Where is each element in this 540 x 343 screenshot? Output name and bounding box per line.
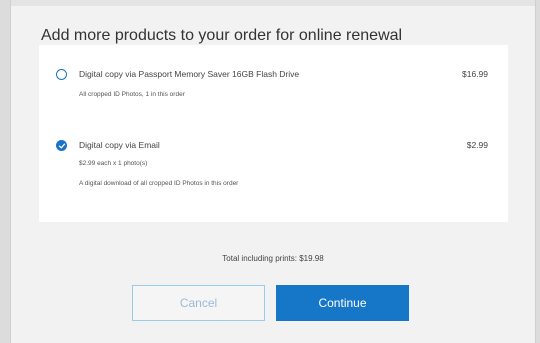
option-detail: All cropped ID Photos, 1 in this order (79, 91, 185, 98)
dialog-top-bar (11, 0, 535, 6)
order-dialog: Add more products to your order for onli… (10, 0, 536, 343)
option-label: Digital copy via Passport Memory Saver 1… (79, 69, 300, 79)
option-detail: A digital download of all cropped ID Pho… (79, 180, 239, 187)
option-price: $2.99 (466, 140, 488, 150)
radio-unselected-icon[interactable] (56, 69, 67, 80)
option-price: $16.99 (462, 69, 488, 79)
option-detail: $2.99 each x 1 photo(s) (79, 160, 148, 167)
cancel-button[interactable]: Cancel (132, 285, 265, 321)
continue-button[interactable]: Continue (276, 285, 409, 321)
dialog-title: Add more products to your order for onli… (41, 27, 403, 44)
products-card: Digital copy via Passport Memory Saver 1… (39, 45, 508, 222)
option-label: Digital copy via Email (79, 140, 160, 150)
radio-selected-icon[interactable] (56, 140, 67, 151)
order-total: Total including prints: $19.98 (222, 254, 324, 263)
